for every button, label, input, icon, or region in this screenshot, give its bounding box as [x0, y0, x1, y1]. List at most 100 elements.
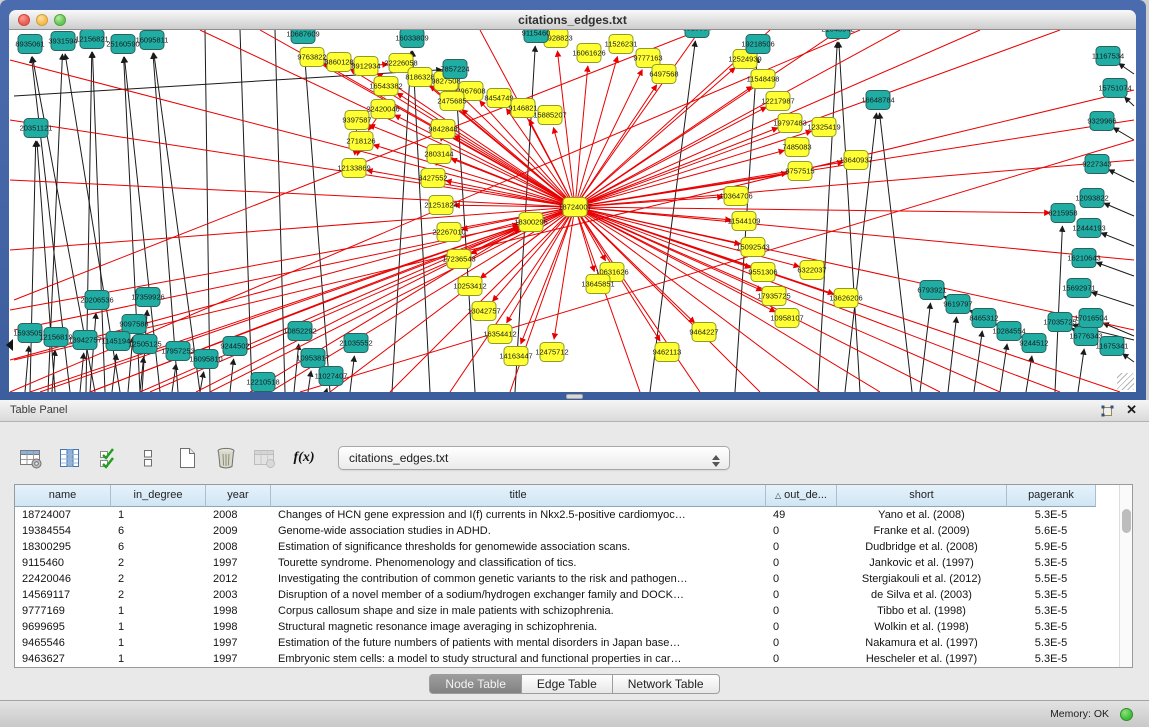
scrollbar-thumb[interactable]	[1122, 509, 1131, 533]
create-column-icon[interactable]	[174, 445, 200, 471]
table-cell: Tourette syndrome. Phenomenology and cla…	[271, 555, 766, 571]
table-row[interactable]: 1456911722003Disruption of a novel membe…	[15, 587, 1132, 603]
table-settings-icon[interactable]	[18, 445, 44, 471]
split-pane-handle[interactable]	[566, 394, 583, 399]
graph-node-label: 9397587	[342, 116, 371, 125]
table-cell: Franke et al. (2009)	[837, 523, 1007, 539]
graph-node-label: 10852292	[283, 327, 316, 336]
table-cell: Disruption of a novel member of a sodium…	[271, 587, 766, 603]
graph-node-label: 16776343	[1069, 332, 1102, 341]
black-edge	[1091, 292, 1134, 306]
black-edge	[230, 359, 234, 392]
table-cell: Wolkin et al. (1998)	[837, 619, 1007, 635]
tab-network-table[interactable]: Network Table	[613, 674, 720, 694]
table-cell: 5.3E-5	[1007, 635, 1096, 651]
table-cell: Investigating the contribution of common…	[271, 571, 766, 587]
table-cell: 1998	[206, 619, 271, 635]
black-edge	[1000, 344, 1007, 392]
graph-node-label: 11548498	[747, 75, 780, 84]
table-cell: 0	[766, 571, 837, 587]
graph-node-label: 9097588	[119, 320, 148, 329]
graph-node-label: 19797483	[773, 119, 806, 128]
graph-node-label: 21251824	[424, 201, 457, 210]
table-row[interactable]: 969969511998Structural magnetic resonanc…	[15, 619, 1132, 635]
column-header-out_de[interactable]: △out_de...	[766, 485, 837, 507]
network-table-selector[interactable]: citations_edges.txt	[338, 446, 730, 470]
graph-node-label: 21035552	[339, 339, 372, 348]
table-cell: 0	[766, 635, 837, 651]
table-cell: 1998	[206, 603, 271, 619]
vertical-scrollbar[interactable]	[1119, 485, 1132, 667]
table-panel-title: Table Panel	[10, 400, 68, 421]
table-cell: Structural magnetic resonance image aver…	[271, 619, 766, 635]
column-header-year[interactable]: year	[206, 485, 271, 507]
show-columns-icon[interactable]	[57, 445, 83, 471]
table-cell: 6	[111, 523, 206, 539]
table-cell: 0	[766, 539, 837, 555]
table-row[interactable]: 911546021997Tourette syndrome. Phenomeno…	[15, 555, 1132, 571]
tab-edge-table[interactable]: Edge Table	[522, 674, 613, 694]
import-table-disabled-icon	[252, 445, 278, 471]
select-columns-icon[interactable]	[96, 445, 122, 471]
black-edge	[1123, 354, 1134, 362]
column-header-pagerank[interactable]: pagerank	[1007, 485, 1096, 507]
black-edge	[326, 388, 327, 392]
table-cell: 0	[766, 603, 837, 619]
close-panel-icon[interactable]: ✕	[1126, 403, 1137, 417]
graph-node-label: 17035725	[1043, 318, 1076, 327]
table-row[interactable]: 1830029562008Estimation of significance …	[15, 539, 1132, 555]
graph-node-label: 15692971	[1062, 284, 1095, 293]
table-cell: 2003	[206, 587, 271, 603]
table-cell: 5.9E-5	[1007, 539, 1096, 555]
black-edge	[880, 113, 912, 392]
table-row[interactable]: 1872400712008Changes of HCN gene express…	[15, 507, 1132, 523]
table-row[interactable]: 977716911998Corpus callosum shape and si…	[15, 603, 1132, 619]
black-edge	[839, 42, 860, 392]
collapse-panel-arrow-icon[interactable]	[0, 339, 13, 351]
graph-node-label: 9551306	[748, 268, 777, 277]
black-edge	[80, 353, 84, 392]
table-row[interactable]: 946362711997Embryonic stem cells: a mode…	[15, 651, 1132, 667]
table-cell: Dudbridge et al. (2008)	[837, 539, 1007, 555]
float-panel-icon[interactable]	[1100, 403, 1114, 417]
graph-node-label: 15751074	[1098, 84, 1131, 93]
table-cell: 14569117	[15, 587, 111, 603]
column-header-in_degree[interactable]: in_degree	[111, 485, 206, 507]
table-cell: 9463627	[15, 651, 111, 667]
table-cell: Corpus callosum shape and size in male p…	[271, 603, 766, 619]
column-header-short[interactable]: short	[837, 485, 1007, 507]
table-cell: de Silva et al. (2003)	[837, 587, 1007, 603]
graph-node-label: 17935725	[757, 292, 790, 301]
node-attribute-table: namein_degreeyeartitle△out_de...shortpag…	[14, 484, 1133, 668]
graph-node-label: 9329966	[1087, 117, 1116, 126]
network-canvas[interactable]: 1872400718300295976382288601288912934222…	[9, 30, 1136, 392]
column-header-title[interactable]: title	[271, 485, 766, 507]
window-resize-grip[interactable]	[1117, 373, 1134, 390]
graph-node-label: 9619797	[943, 300, 972, 309]
graph-node-label: 10253412	[453, 282, 486, 291]
table-cell: 0	[766, 587, 837, 603]
table-cell: Hescheler et al. (1997)	[837, 651, 1007, 667]
tab-node-table[interactable]: Node Table	[429, 674, 522, 694]
red-edge	[575, 207, 1060, 392]
network-window-titlebar[interactable]: citations_edges.txt	[9, 10, 1136, 30]
graph-node-label: 7485083	[782, 143, 811, 152]
table-cell: 2008	[206, 539, 271, 555]
table-row[interactable]: 946554611997Estimation of the future num…	[15, 635, 1132, 651]
graph-node-label: 8186328	[405, 73, 434, 82]
table-tabs: Node Table Edge Table Network Table	[0, 674, 1149, 694]
table-row[interactable]: 1938455462009Genome-wide association stu…	[15, 523, 1132, 539]
black-edge	[1124, 97, 1134, 106]
graph-node-label: 8935061	[15, 40, 44, 49]
column-header-name[interactable]: name	[15, 485, 111, 507]
table-row[interactable]: 2242004622012Investigating the contribut…	[15, 571, 1132, 587]
citation-network-graph[interactable]: 1872400718300295976382288601288912934222…	[9, 30, 1136, 392]
table-cell: 19384554	[15, 523, 111, 539]
black-edge	[818, 42, 837, 392]
graph-node-label: 18300295	[514, 218, 547, 227]
black-edge	[275, 30, 285, 392]
row-options-icon[interactable]	[135, 445, 161, 471]
graph-node-label: 16061626	[572, 49, 605, 58]
delete-column-icon[interactable]	[213, 445, 239, 471]
function-builder-icon[interactable]: f(x)	[291, 445, 317, 471]
